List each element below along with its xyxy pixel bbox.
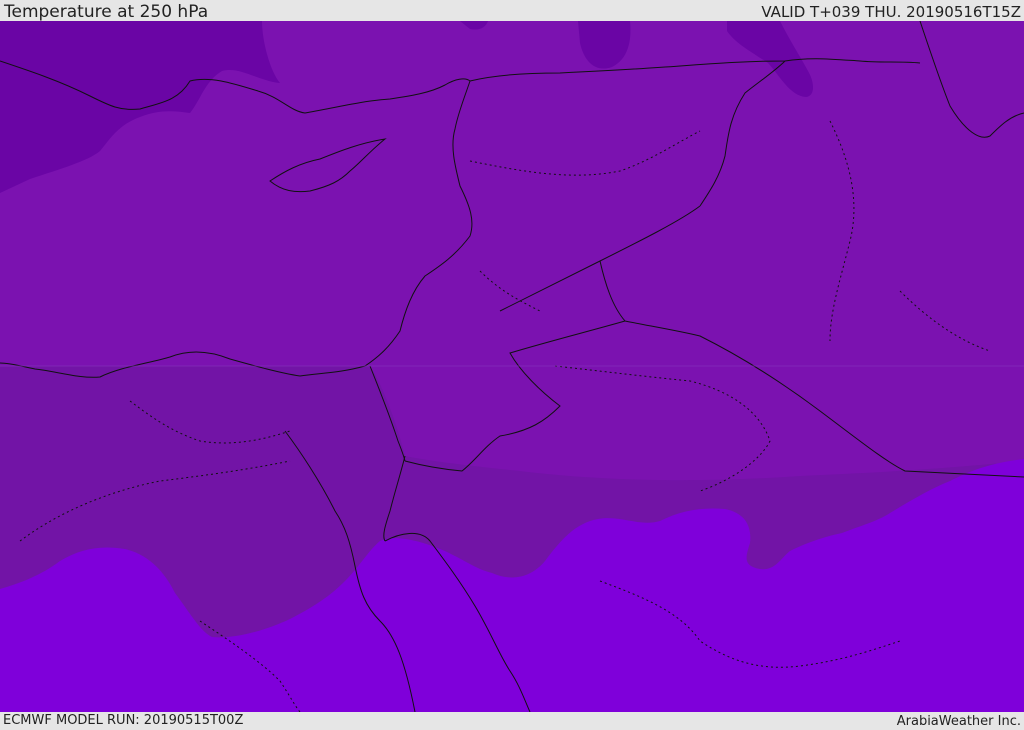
temperature-map <box>0 21 1024 712</box>
footer-bar: ECMWF MODEL RUN: 20190515T00Z ArabiaWeat… <box>0 712 1024 729</box>
valid-time: VALID T+039 THU. 20190516T15Z <box>761 3 1021 21</box>
header-bar: Temperature at 250 hPa VALID T+039 THU. … <box>0 0 1024 21</box>
map-canvas <box>0 21 1024 712</box>
map-title: Temperature at 250 hPa <box>4 2 209 22</box>
model-run-label: ECMWF MODEL RUN: 20190515T00Z <box>3 713 244 728</box>
brand-label: ArabiaWeather Inc. <box>896 714 1021 729</box>
